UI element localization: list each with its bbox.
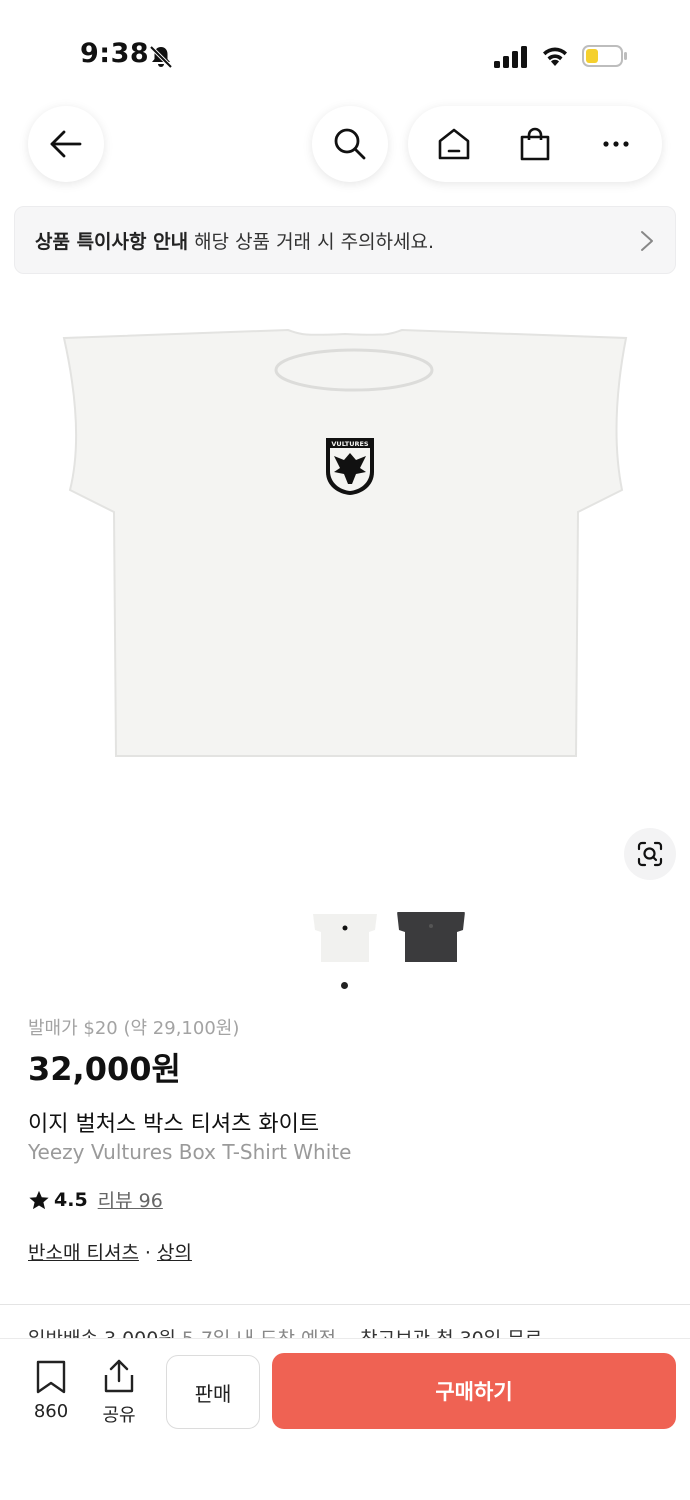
carousel-page-indicator [341,982,348,989]
review-link[interactable]: 리뷰 96 [98,1186,163,1213]
product-name-korean: 이지 벌처스 박스 티셔츠 화이트 [28,1112,320,1137]
wishlist-count: 860 [33,1401,69,1422]
home-icon [439,128,470,160]
notice-text: 해당 상품 거래 시 주의하세요. [194,230,435,253]
category-link-tops[interactable]: 상의 [157,1242,192,1264]
thumbnail-white-image [311,910,379,964]
bell-slash-icon [149,45,173,69]
wifi-icon [543,47,567,66]
rating-value: 4.5 [54,1188,88,1211]
bottom-action-bar: 860 공유 판매 구매하기 [0,1338,690,1500]
nav-action-group [408,106,662,182]
wishlist-button[interactable]: 860 [26,1359,76,1422]
share-button[interactable]: 공유 [94,1359,144,1427]
share-label: 공유 [102,1405,136,1426]
thumbnail-black-image [397,910,465,964]
home-button[interactable] [434,124,474,164]
battery-low-icon [582,45,627,67]
buy-button[interactable]: 구매하기 [272,1353,676,1429]
product-notice-banner[interactable]: 상품 특이사항 안내 해당 상품 거래 시 주의하세요. [14,206,676,274]
tshirt-image: VULTURES [62,328,628,757]
share-icon [104,1359,134,1393]
more-button[interactable] [596,124,636,164]
search-button[interactable] [312,106,388,182]
rating-summary: 4.5 리뷰 96 [28,1186,163,1213]
signal-icon [494,46,527,68]
release-price: 발매가 $20 (약 29,100원) [28,1018,240,1039]
status-time: 9:38 [80,38,150,69]
image-search-button[interactable] [624,828,676,880]
current-price: 32,000원 [28,1050,181,1088]
category-breadcrumb: 반소매 티셔츠 · 상의 [28,1238,192,1265]
shopping-bag-icon [520,127,550,161]
category-separator: · [144,1242,151,1264]
notice-title: 상품 특이사항 안내 [35,230,189,253]
shipping-text-1: 일반배송 3,000원 [28,1328,176,1338]
chevron-right-icon [641,231,653,251]
product-image[interactable]: VULTURES [0,290,690,890]
status-bar: 9:38 [0,0,690,100]
bookmark-icon [36,1360,66,1394]
more-icon [603,141,629,147]
sell-button[interactable]: 판매 [166,1355,260,1429]
thumbnail-white[interactable] [311,910,379,964]
shipping-text-2: 5-7일 내 도착 예정 [182,1328,336,1338]
back-arrow-icon [50,130,82,158]
section-divider [0,1304,690,1305]
cart-button[interactable] [515,124,555,164]
category-link-short-sleeve[interactable]: 반소매 티셔츠 [28,1242,139,1264]
print-text: VULTURES [331,440,369,448]
back-button[interactable] [28,106,104,182]
shipping-info-peek[interactable]: 일반배송 3,000원 5-7일 내 도착 예정 창고보관 첫 30일 무료 [28,1324,668,1338]
shipping-text-3: 창고보관 첫 30일 무료 [360,1328,542,1338]
product-name-english: Yeezy Vultures Box T-Shirt White [28,1140,352,1164]
lens-scan-icon [637,841,663,867]
star-icon [29,1190,49,1209]
vultures-crest-print: VULTURES [326,438,374,495]
thumbnail-black[interactable] [397,910,465,964]
search-icon [334,128,366,160]
